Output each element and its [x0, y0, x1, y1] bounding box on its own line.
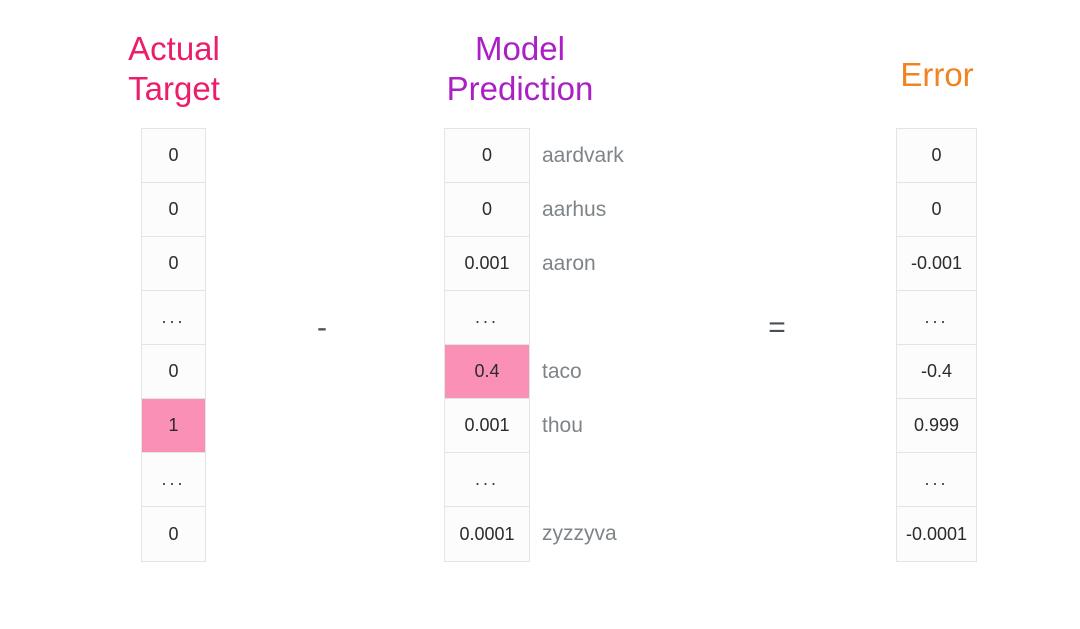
row-word-label: thou: [542, 413, 583, 437]
cell-value: -0.001: [910, 253, 963, 273]
cell-error: 0.999: [897, 399, 976, 453]
cell-value: 0: [168, 253, 179, 273]
cell-error: -0.001: [897, 237, 976, 291]
cell-actual-target: 0: [142, 507, 205, 561]
cell-value: 0: [931, 199, 942, 219]
column-actual-target: 0 0 0... 0 1... 0: [141, 128, 206, 562]
column-model-prediction: 0 aardvark 0 aarhus 0.001 aaron... 0.4 taco 0.00…: [444, 128, 624, 562]
heading-actual-target: Actual Target: [128, 30, 220, 107]
cell-actual-target: ...: [142, 291, 205, 345]
cell-error: ...: [897, 291, 976, 345]
cell-value: ...: [161, 307, 186, 327]
cell-value: 0.999: [913, 415, 960, 435]
cell-value: 0: [168, 523, 179, 544]
cell-value: 0.0001: [459, 523, 515, 544]
cell-actual-target: 1: [142, 399, 205, 453]
cell-value: ...: [474, 469, 499, 489]
heading-model-prediction: Model Prediction: [446, 30, 594, 107]
cell-model-prediction: 0.4 taco: [445, 345, 582, 399]
row-word-label: aarhus: [542, 197, 607, 221]
diagram-canvas: Actual Target Model Prediction Error 000…: [0, 0, 1080, 629]
cell-actual-target: ...: [142, 453, 205, 507]
cell-value: 0: [481, 145, 492, 165]
cell-model-prediction: 0.0001 zyzzyva: [445, 507, 617, 561]
cell-model-prediction: ...: [445, 453, 529, 507]
cell-error: ...: [897, 453, 976, 507]
cell-value: 1: [168, 415, 179, 435]
cell-value: 0.001: [464, 253, 510, 273]
cell-error: 0: [897, 129, 976, 183]
cell-actual-target: 0: [142, 129, 205, 183]
cell-value: 0.001: [464, 415, 510, 435]
cell-actual-target: 0: [142, 345, 205, 399]
cell-value: ...: [474, 307, 499, 327]
cell-value: 0: [168, 199, 179, 219]
heading-error: Error: [900, 56, 974, 93]
row-word-label: aaron: [542, 251, 596, 275]
operator-minus: -: [317, 311, 327, 344]
cell-value: ...: [161, 469, 186, 489]
cell-actual-target: 0: [142, 237, 205, 291]
cell-error: -0.4: [897, 345, 976, 399]
cell-model-prediction: 0 aardvark: [445, 129, 624, 183]
cell-value: -0.4: [920, 361, 953, 381]
cell-error: 0: [897, 183, 976, 237]
cell-actual-target: 0: [142, 183, 205, 237]
row-word-label: aardvark: [542, 143, 624, 167]
operator-equals: =: [768, 311, 786, 344]
cell-model-prediction: ...: [445, 291, 529, 345]
cell-value: 0: [168, 145, 179, 165]
row-word-label: zyzzyva: [542, 522, 617, 545]
cell-value: 0: [931, 145, 942, 165]
cell-value: -0.0001: [905, 523, 968, 544]
cell-model-prediction: 0 aarhus: [445, 183, 606, 237]
cell-value: 0.4: [474, 361, 500, 381]
cell-model-prediction: 0.001 aaron: [445, 237, 596, 291]
row-word-label: taco: [542, 359, 582, 383]
cell-value: ...: [924, 469, 949, 489]
column-error: 0 0 -0.001... -0.4 0.999... -0.0001: [896, 128, 977, 562]
cell-model-prediction: 0.001 thou: [445, 399, 583, 453]
cell-error: -0.0001: [897, 507, 976, 561]
cell-value: 0: [481, 199, 492, 219]
cell-value: ...: [924, 307, 949, 327]
cell-value: 0: [168, 361, 179, 381]
